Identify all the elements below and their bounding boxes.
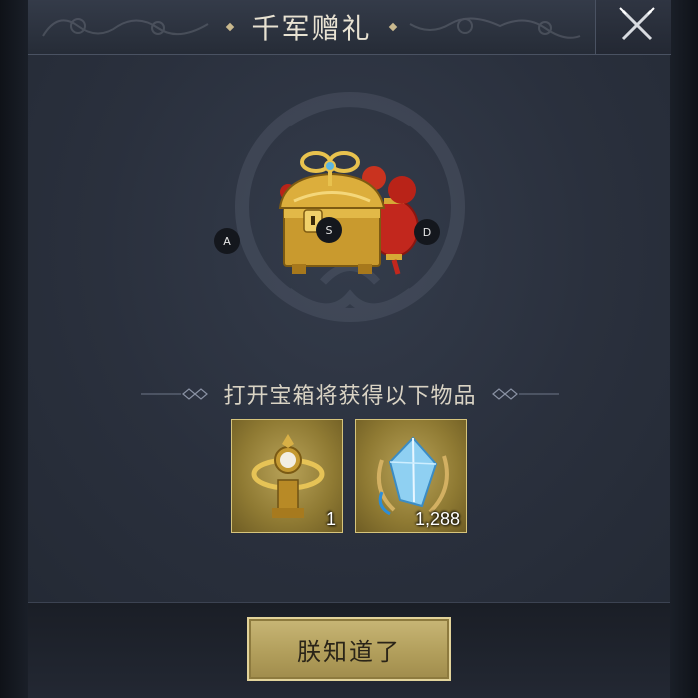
confirm-button[interactable]: 朕知道了 — [247, 617, 451, 681]
ornament-right-icon — [491, 388, 559, 400]
dialog-title: 千军赠礼 — [251, 12, 372, 45]
reward-dialog: 千军赠礼 A S D 打开宝箱将获得以下物品 1 1,288 朕知道了 — [0, 0, 698, 698]
title-diamond-right-icon — [388, 22, 397, 32]
confirm-button-label: 朕知道了 — [297, 637, 401, 666]
reward-item-slot[interactable]: 1,288 — [355, 419, 467, 533]
left-frame-border — [0, 0, 28, 698]
item-count: 1,288 — [414, 509, 460, 529]
key-hint-s: S — [316, 217, 342, 243]
item-count: 1 — [325, 509, 336, 529]
key-hint-a: A — [214, 228, 240, 254]
reward-item-slot[interactable]: 1 — [231, 419, 343, 533]
ornament-left-icon — [141, 388, 209, 400]
title-wrapper: 千军赠礼 — [28, 0, 595, 54]
treasure-chest-icon — [278, 151, 419, 275]
key-hint-d: D — [414, 219, 440, 245]
title-diamond-left-icon — [226, 22, 235, 32]
golden-pearl-ring-icon — [251, 434, 325, 518]
right-frame-border — [670, 0, 698, 698]
rewards-subtitle: 打开宝箱将获得以下物品 — [223, 384, 477, 409]
dialog-header: 千军赠礼 — [28, 0, 595, 55]
close-icon[interactable] — [618, 6, 656, 44]
rewards-subtitle-row: 打开宝箱将获得以下物品 — [130, 376, 570, 412]
